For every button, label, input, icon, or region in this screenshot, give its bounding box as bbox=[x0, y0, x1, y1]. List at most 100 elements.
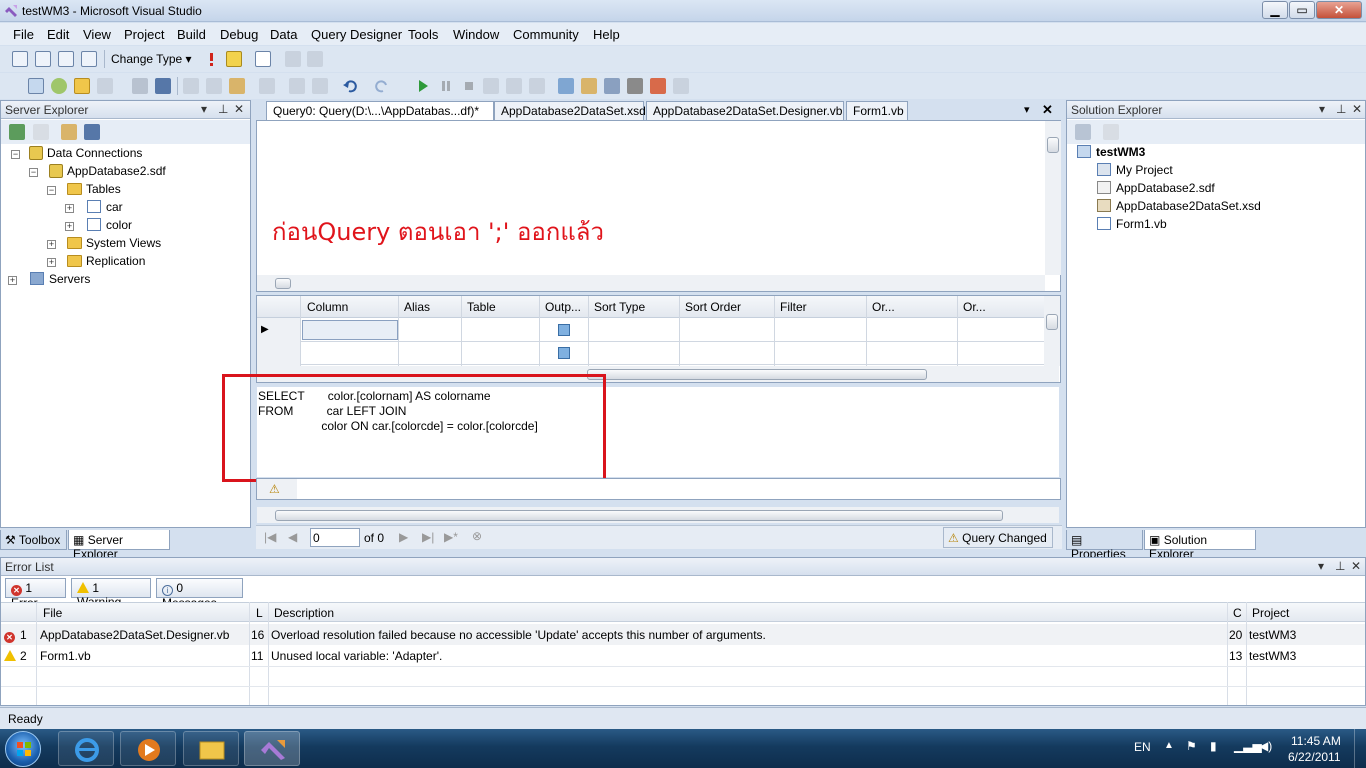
open-table-icon[interactable] bbox=[97, 78, 113, 94]
scroll-thumb[interactable] bbox=[587, 369, 927, 380]
menu-project[interactable]: Project bbox=[124, 27, 164, 42]
error-row[interactable]: 2 Form1.vb 11 Unused local variable: 'Ad… bbox=[1, 645, 1365, 666]
show-desktop-button[interactable] bbox=[1354, 729, 1366, 768]
col-table[interactable]: Table bbox=[467, 300, 496, 314]
taskbar-visual-studio[interactable] bbox=[244, 731, 300, 766]
col-line[interactable]: L bbox=[256, 606, 263, 620]
collapse-icon[interactable]: − bbox=[29, 168, 38, 177]
col-sort-type[interactable]: Sort Type bbox=[594, 300, 645, 314]
diagram-pane[interactable] bbox=[256, 120, 1061, 292]
tree-project[interactable]: testWM3 bbox=[1077, 145, 1145, 163]
tab-dataset-xsd[interactable]: AppDatabase2DataSet.xsd bbox=[494, 101, 646, 120]
tree-my-project[interactable]: My Project bbox=[1097, 163, 1173, 181]
expand-icon[interactable]: + bbox=[65, 222, 74, 231]
clock-date[interactable]: 6/22/2011 bbox=[1288, 750, 1341, 764]
output-checkbox[interactable] bbox=[558, 324, 570, 336]
scroll-thumb[interactable] bbox=[275, 278, 291, 289]
taskbar-internet-explorer[interactable] bbox=[58, 731, 114, 766]
object-browser-icon[interactable] bbox=[650, 78, 666, 94]
execute-sql-icon[interactable] bbox=[203, 51, 219, 67]
col-column[interactable]: C bbox=[1233, 606, 1242, 620]
col-sort-order[interactable]: Sort Order bbox=[685, 300, 741, 314]
pin-icon[interactable]: ⊥ bbox=[1336, 102, 1346, 116]
tab-dataset-designer[interactable]: AppDatabase2DataSet.Designer.vb bbox=[646, 101, 844, 120]
toolbox-icon[interactable] bbox=[627, 78, 643, 94]
menu-data[interactable]: Data bbox=[270, 27, 297, 42]
expand-icon[interactable]: + bbox=[8, 276, 17, 285]
tab-list-dropdown-icon[interactable]: ▾ bbox=[1024, 103, 1030, 116]
taskbar-explorer[interactable] bbox=[183, 731, 239, 766]
stop-icon[interactable] bbox=[461, 78, 477, 94]
col-project[interactable]: Project bbox=[1252, 606, 1289, 620]
clock-time[interactable]: 11:45 AM bbox=[1291, 734, 1341, 748]
cut-icon[interactable] bbox=[183, 78, 199, 94]
expand-icon[interactable]: + bbox=[47, 240, 56, 249]
show-results-icon[interactable] bbox=[81, 51, 97, 67]
comment-icon[interactable] bbox=[289, 78, 305, 94]
menu-file[interactable]: File bbox=[13, 27, 34, 42]
taskbar-media-player[interactable] bbox=[120, 731, 176, 766]
pause-icon[interactable] bbox=[438, 78, 454, 94]
tab-solution-explorer[interactable]: ▣ Solution Explorer bbox=[1144, 530, 1256, 561]
tab-query0[interactable]: Query0: Query(D:\...\AppDatabas...df)* bbox=[266, 101, 494, 121]
col-output[interactable]: Outp... bbox=[545, 300, 581, 314]
group-by-icon[interactable] bbox=[255, 51, 271, 67]
messages-filter-button[interactable]: i 0 Messages bbox=[156, 578, 243, 610]
scroll-thumb[interactable] bbox=[275, 510, 1003, 521]
minimize-button[interactable]: ▁ bbox=[1262, 1, 1288, 19]
panel-dropdown-icon[interactable]: ▾ bbox=[1318, 559, 1324, 573]
undo-icon[interactable] bbox=[342, 78, 358, 94]
col-filter[interactable]: Filter bbox=[780, 300, 807, 314]
find-icon[interactable] bbox=[558, 78, 574, 94]
tree-form[interactable]: Form1.vb bbox=[1097, 217, 1167, 235]
action-center-flag-icon[interactable]: ⚑ bbox=[1186, 739, 1197, 753]
previous-record-icon[interactable]: ◀ bbox=[288, 530, 297, 544]
redo-icon[interactable] bbox=[374, 78, 390, 94]
pin-icon[interactable]: ⊥ bbox=[1335, 559, 1345, 573]
errors-filter-button[interactable]: ✕ 1 Error bbox=[5, 578, 66, 610]
menu-edit[interactable]: Edit bbox=[47, 27, 69, 42]
language-indicator[interactable]: EN bbox=[1134, 740, 1151, 754]
stop-refresh-icon[interactable] bbox=[33, 124, 49, 140]
collapse-icon[interactable]: − bbox=[47, 186, 56, 195]
col-description[interactable]: Description bbox=[274, 606, 334, 620]
new-record-icon[interactable]: ▶* bbox=[444, 530, 458, 544]
step-into-icon[interactable] bbox=[483, 78, 499, 94]
add-item-icon[interactable] bbox=[51, 78, 67, 94]
step-over-icon[interactable] bbox=[506, 78, 522, 94]
pin-icon[interactable]: ⊥ bbox=[218, 102, 228, 116]
tab-form1[interactable]: Form1.vb bbox=[846, 101, 908, 120]
next-record-icon[interactable]: ▶ bbox=[399, 530, 408, 544]
col-or-2[interactable]: Or... bbox=[963, 300, 986, 314]
col-column[interactable]: Column bbox=[307, 300, 348, 314]
panel-close-icon[interactable]: ✕ bbox=[1352, 102, 1362, 116]
show-criteria-icon[interactable] bbox=[35, 51, 51, 67]
panel-dropdown-icon[interactable]: ▾ bbox=[201, 102, 207, 116]
menu-debug[interactable]: Debug bbox=[220, 27, 258, 42]
col-or-1[interactable]: Or... bbox=[872, 300, 895, 314]
properties-icon[interactable] bbox=[604, 78, 620, 94]
add-derived-table-icon[interactable] bbox=[307, 51, 323, 67]
paste-icon[interactable] bbox=[229, 78, 245, 94]
show-sql-icon[interactable] bbox=[58, 51, 74, 67]
tree-sdf[interactable]: AppDatabase2.sdf bbox=[1097, 181, 1215, 199]
network-icon[interactable]: ▁▃▅ bbox=[1234, 739, 1262, 753]
warnings-filter-button[interactable]: 1 Warning bbox=[71, 578, 151, 609]
start-page-icon[interactable] bbox=[673, 78, 689, 94]
show-diagram-icon[interactable] bbox=[12, 51, 28, 67]
menu-view[interactable]: View bbox=[83, 27, 111, 42]
add-table-icon[interactable] bbox=[285, 51, 301, 67]
expand-icon[interactable]: + bbox=[47, 258, 56, 267]
collapse-icon[interactable]: − bbox=[11, 150, 20, 159]
panel-dropdown-icon[interactable]: ▾ bbox=[1319, 102, 1325, 116]
new-project-icon[interactable] bbox=[28, 78, 44, 94]
start-debugging-icon[interactable] bbox=[415, 78, 431, 94]
menu-query-designer[interactable]: Query Designer bbox=[311, 27, 402, 42]
expand-icon[interactable]: + bbox=[65, 204, 74, 213]
properties-icon[interactable] bbox=[1075, 124, 1091, 140]
criteria-grid[interactable]: Column Alias Table Outp... Sort Type Sor… bbox=[257, 296, 1045, 370]
save-icon[interactable] bbox=[132, 78, 148, 94]
change-type-dropdown[interactable]: Change Type ▾ bbox=[111, 52, 192, 66]
verify-sql-icon[interactable] bbox=[226, 51, 242, 67]
document-close-icon[interactable]: ✕ bbox=[1042, 102, 1053, 118]
